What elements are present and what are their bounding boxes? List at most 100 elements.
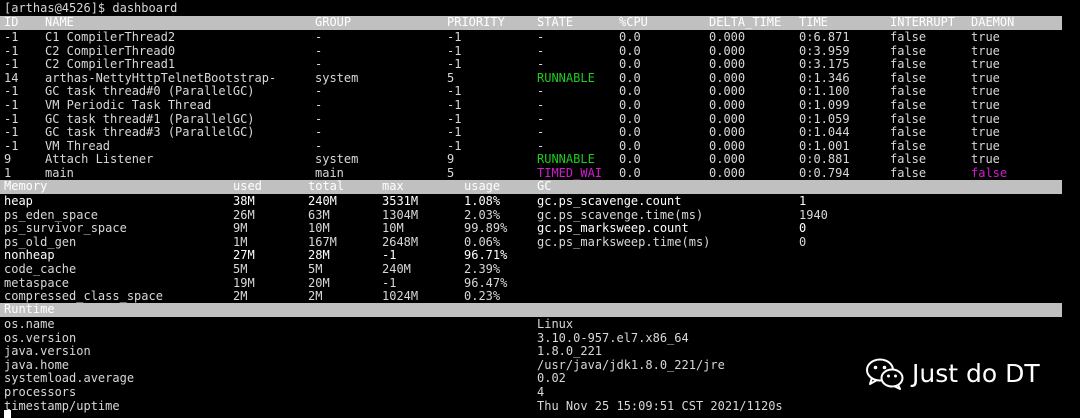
thread-priority-cell: -1 [447, 138, 462, 153]
thread-cpu-cell: 0.0 [619, 57, 641, 72]
thread-id-cell: -1 [4, 57, 19, 72]
thread-id-cell: -1 [4, 43, 19, 58]
thread-state-cell: - [537, 125, 545, 140]
thread-time-cell: 0:1.100 [799, 84, 850, 99]
runtime-row: os.name Linux [0, 317, 1062, 332]
thread-name-cell: GC task thread#1 (ParallelGC) [45, 111, 255, 126]
thread-cpu-cell: 0.0 [619, 152, 641, 167]
thread-row: -1 VM Periodic Task Thread - -1 - 0.0 0.000 0:1… [0, 98, 1062, 113]
memory-total-cell: 2M [308, 289, 323, 304]
memory-name-cell: ps_survivor_space [4, 221, 127, 236]
thread-id-cell: 9 [4, 152, 12, 167]
memory-usage-cell: 0.06% [464, 234, 501, 249]
memory-usage-cell: 2.39% [464, 262, 501, 276]
thread-cpu-cell: 0.0 [619, 84, 641, 99]
thread-time-cell: 0:1.001 [799, 138, 850, 153]
thread-priority-cell: 9 [447, 152, 455, 167]
thread-cpu-cell: 0.0 [619, 43, 641, 58]
thread-group-cell: system [315, 70, 359, 85]
memory-table-header: Memory used total max usage GC [0, 179, 1062, 194]
memory-total-cell: 20M [308, 275, 330, 290]
thread-time-cell: 0:3.175 [799, 57, 850, 72]
thread-state-cell: - [537, 43, 545, 58]
gc-row: gc.ps_marksweep.count 0 [533, 222, 1073, 236]
thread-id-cell: -1 [4, 111, 19, 126]
thread-interrupt-cell: false [890, 166, 927, 180]
thread-daemon-cell: false [971, 166, 1008, 180]
memory-max-cell: 10M [382, 221, 404, 236]
gc-name-cell: gc.ps_scavenge.time(ms) [537, 207, 704, 222]
col-priority-header: PRIORITY [447, 15, 505, 29]
memory-total-cell: 28M [308, 248, 330, 263]
col-id-header: ID [4, 15, 19, 29]
thread-delta-cell: 0.000 [709, 43, 746, 58]
thread-daemon-cell: true [971, 152, 1000, 167]
memory-used-cell: 2M [233, 289, 248, 304]
gc-row: gc.ps_scavenge.time(ms) 1940 [533, 207, 1073, 223]
col-group-header: GROUP [315, 15, 352, 29]
thread-group-cell: - [315, 111, 323, 126]
thread-priority-cell: -1 [447, 125, 462, 140]
terminal-window[interactable]: [arthas@4526]$ dashboard ID NAME GROUP P… [0, 0, 1080, 418]
thread-daemon-cell: true [971, 43, 1000, 58]
memory-name-cell: heap [4, 194, 33, 208]
thread-delta-cell: 0.000 [709, 98, 746, 112]
memory-row: metaspace 19M 20M -1 96.47% [0, 275, 1062, 291]
thread-delta-cell: 0.000 [709, 125, 746, 140]
col-name-header: NAME [45, 15, 74, 29]
gc-value-cell: 1 [799, 194, 807, 208]
thread-daemon-cell: true [971, 57, 1000, 72]
memory-name-cell: code_cache [4, 262, 77, 276]
gc-value-cell: 0 [799, 234, 807, 249]
thread-row: -1 VM Thread - -1 - 0.0 0.000 0:1.001 false true [0, 138, 1062, 154]
thread-cpu-cell: 0.0 [619, 138, 641, 153]
thread-state-cell: - [537, 57, 545, 72]
thread-name-cell: C1 CompilerThread2 [45, 30, 176, 44]
runtime-value-cell: 4 [537, 385, 545, 399]
runtime-key-cell: java.version [4, 344, 91, 359]
thread-cpu-cell: 0.0 [619, 166, 641, 180]
thread-interrupt-cell: false [890, 152, 927, 167]
thread-priority-cell: -1 [447, 111, 462, 126]
runtime-value-cell: 3.10.0-957.el7.x86_64 [537, 330, 689, 345]
runtime-key-cell: processors [4, 385, 77, 399]
runtime-key-cell: timestamp/uptime [4, 398, 120, 413]
runtime-value-cell: Linux [537, 317, 574, 331]
thread-name-cell: arthas-NettyHttpTelnetBootstrap- [45, 70, 277, 85]
memory-total-header: total [308, 179, 345, 193]
thread-table-header: ID NAME GROUP PRIORITY STATE %CPU DELTA_… [0, 15, 1062, 30]
thread-row: -1 C2 CompilerThread0 - -1 - 0.0 0.000 0:3.959 f… [0, 43, 1062, 59]
thread-interrupt-cell: false [890, 111, 927, 126]
thread-name-cell: C2 CompilerThread1 [45, 57, 176, 72]
thread-row: 9 Attach Listener system 9 RUNNABLE 0.0 0.000 0… [0, 153, 1062, 167]
thread-daemon-cell: true [971, 84, 1000, 99]
thread-id-cell: 14 [4, 70, 19, 85]
memory-used-cell: 5M [233, 262, 248, 276]
thread-interrupt-cell: false [890, 70, 927, 85]
memory-max-cell: 3531M [382, 194, 419, 208]
memory-usage-cell: 1.08% [464, 194, 501, 208]
thread-state-cell: - [537, 111, 545, 126]
thread-name-cell: VM Periodic Task Thread [45, 98, 212, 112]
thread-time-cell: 0:3.959 [799, 43, 850, 58]
thread-id-cell: -1 [4, 125, 19, 140]
thread-priority-cell: 5 [447, 166, 455, 180]
gc-header: GC [537, 179, 552, 193]
gc-value-cell: 0 [799, 221, 807, 236]
thread-state-cell: - [537, 98, 545, 112]
thread-interrupt-cell: false [890, 125, 927, 140]
memory-used-cell: 38M [233, 194, 255, 208]
memory-row: compressed_class_space 2M 2M 1024M 0.23% [0, 290, 1062, 304]
thread-state-cell: RUNNABLE [537, 152, 595, 167]
runtime-row: os.version 3.10.0-957.el7.x86_64 [0, 330, 1062, 346]
thread-name-cell: Attach Listener [45, 152, 154, 167]
memory-used-cell: 1M [233, 234, 248, 249]
memory-used-cell: 26M [233, 207, 255, 222]
memory-total-cell: 5M [308, 262, 323, 276]
memory-usage-cell: 2.03% [464, 207, 501, 222]
thread-priority-cell: -1 [447, 57, 462, 72]
runtime-header: Runtime [4, 302, 55, 316]
thread-group-cell: - [315, 125, 323, 140]
runtime-header-bar: Runtime [0, 302, 1062, 317]
thread-id-cell: -1 [4, 138, 19, 153]
